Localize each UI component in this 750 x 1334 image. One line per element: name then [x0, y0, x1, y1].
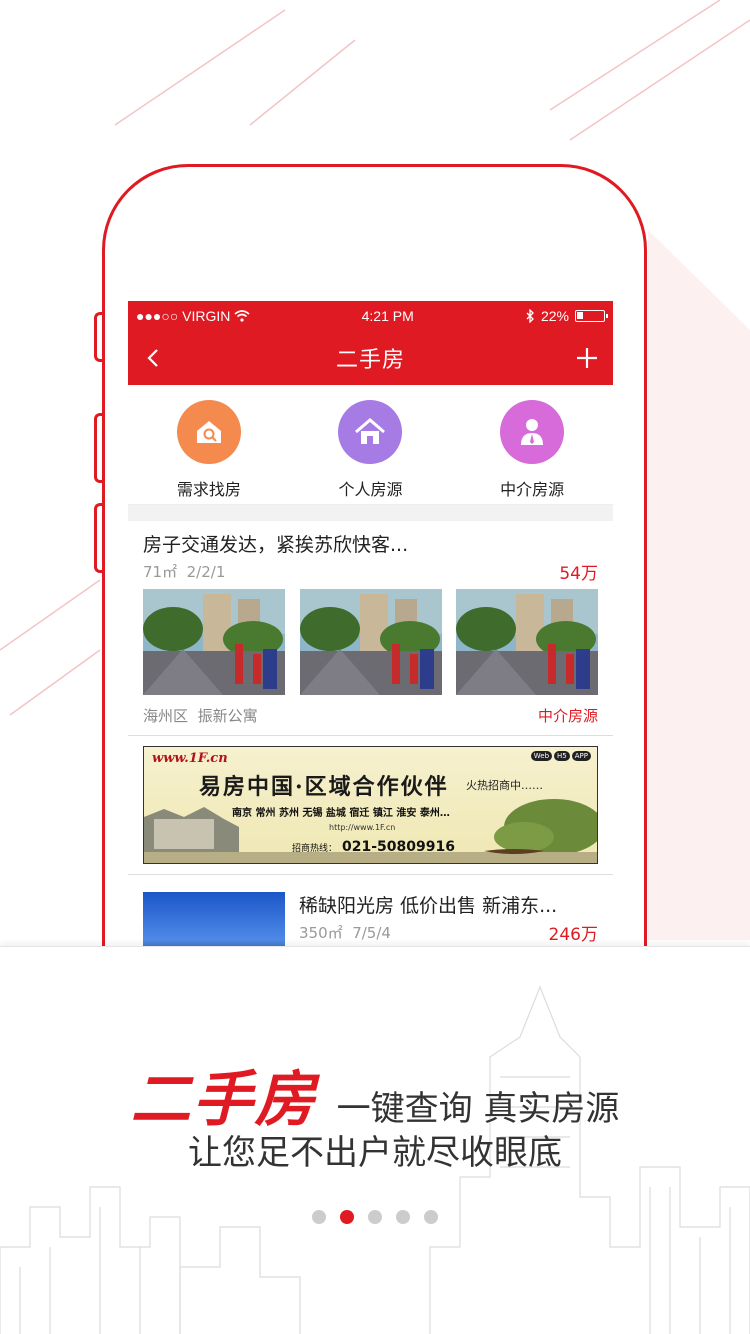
- battery-icon: [574, 309, 608, 322]
- listing-photo[interactable]: [456, 589, 598, 695]
- promo-subtitle: 让您足不出户就尽收眼底: [188, 1133, 562, 1173]
- carrier-label: ●●●○○ VIRGIN: [136, 307, 231, 324]
- ad-banner[interactable]: www.1F.cn Web H5 APP 易房中国·区域合作伙伴 火热招商中………: [143, 746, 598, 864]
- status-bar: ●●●○○ VIRGIN 4:21 PM 22%: [128, 301, 613, 330]
- pager-dot[interactable]: [312, 1210, 326, 1224]
- listing-price: 54万: [559, 563, 598, 584]
- battery-percent: 22%: [540, 307, 569, 324]
- category-label: 中介房源: [500, 480, 565, 499]
- house-icon: [338, 400, 403, 464]
- nav-bar: 二手房: [128, 330, 613, 385]
- bluetooth-icon: [526, 308, 534, 323]
- pager-dot[interactable]: [340, 1210, 354, 1224]
- banner-phone: 021-50809916: [342, 839, 455, 855]
- listing-photos: [143, 589, 598, 695]
- category-label: 需求找房: [176, 480, 241, 499]
- ad-banner-section: www.1F.cn Web H5 APP 易房中国·区域合作伙伴 火热招商中………: [128, 736, 613, 875]
- listing-photo[interactable]: [299, 589, 442, 695]
- listing-location: 海州区 振新公寓: [143, 706, 258, 725]
- pager-dot[interactable]: [396, 1210, 410, 1224]
- banner-tags: Web H5 APP: [530, 751, 591, 761]
- banner-logo: www.1F.cn: [152, 751, 228, 766]
- banner-hotline-label: 招商热线：: [292, 844, 338, 854]
- pager-dot[interactable]: [424, 1210, 438, 1224]
- listing-card[interactable]: 稀缺阳光房 低价出售 新浦东... 350㎡ 7/5/4 246万: [128, 875, 613, 946]
- banner-subtitle: 火热招商中……: [466, 779, 543, 792]
- listing-title: 稀缺阳光房 低价出售 新浦东...: [299, 895, 558, 917]
- banner-url: http://www.1F.cn: [329, 823, 396, 832]
- banner-cities: 南京 常州 苏州 无锡 盐城 宿迁 镇江 淮安 泰州…: [232, 808, 450, 819]
- category-personal[interactable]: 个人房源: [310, 400, 430, 500]
- category-agent[interactable]: 中介房源: [472, 400, 592, 500]
- banner-title: 易房中国·区域合作伙伴: [199, 774, 449, 800]
- status-time: 4:21 PM: [361, 307, 414, 324]
- promo-tagline: 一键查询 真实房源: [336, 1089, 620, 1129]
- listing-source: 中介房源: [537, 706, 598, 725]
- phone-screen: ●●●○○ VIRGIN 4:21 PM 22% 二手房 需求找房 个人房源 中…: [128, 301, 613, 946]
- category-label: 个人房源: [338, 480, 403, 499]
- listing-photo[interactable]: [143, 892, 285, 946]
- category-demand[interactable]: 需求找房: [149, 400, 269, 500]
- page-title: 二手房: [335, 347, 405, 373]
- section-divider: [128, 505, 613, 521]
- page-indicator: [0, 1210, 750, 1224]
- listing-title: 房子交通发达，紧挨苏欣快客...: [143, 534, 409, 556]
- chevron-left-icon[interactable]: [142, 346, 166, 370]
- agent-icon: [500, 400, 565, 464]
- pager-dot[interactable]: [368, 1210, 382, 1224]
- listing-meta: 71㎡ 2/2/1: [143, 562, 226, 581]
- listing-card[interactable]: 房子交通发达，紧挨苏欣快客... 71㎡ 2/2/1 54万 海州区 振新公寓 …: [128, 521, 613, 736]
- wifi-icon: [234, 309, 250, 322]
- listing-meta: 350㎡ 7/5/4: [299, 923, 391, 942]
- plus-icon[interactable]: [575, 346, 599, 370]
- promo-section: 二手房 一键查询 真实房源 让您足不出户就尽收眼底: [0, 946, 750, 1334]
- house-search-icon: [176, 400, 241, 464]
- listing-photo[interactable]: [143, 589, 285, 695]
- promo-screen: ●●●○○ VIRGIN 4:21 PM 22% 二手房 需求找房 个人房源 中…: [0, 0, 750, 1334]
- listing-price: 246万: [548, 924, 598, 945]
- category-row: 需求找房 个人房源 中介房源: [128, 385, 613, 505]
